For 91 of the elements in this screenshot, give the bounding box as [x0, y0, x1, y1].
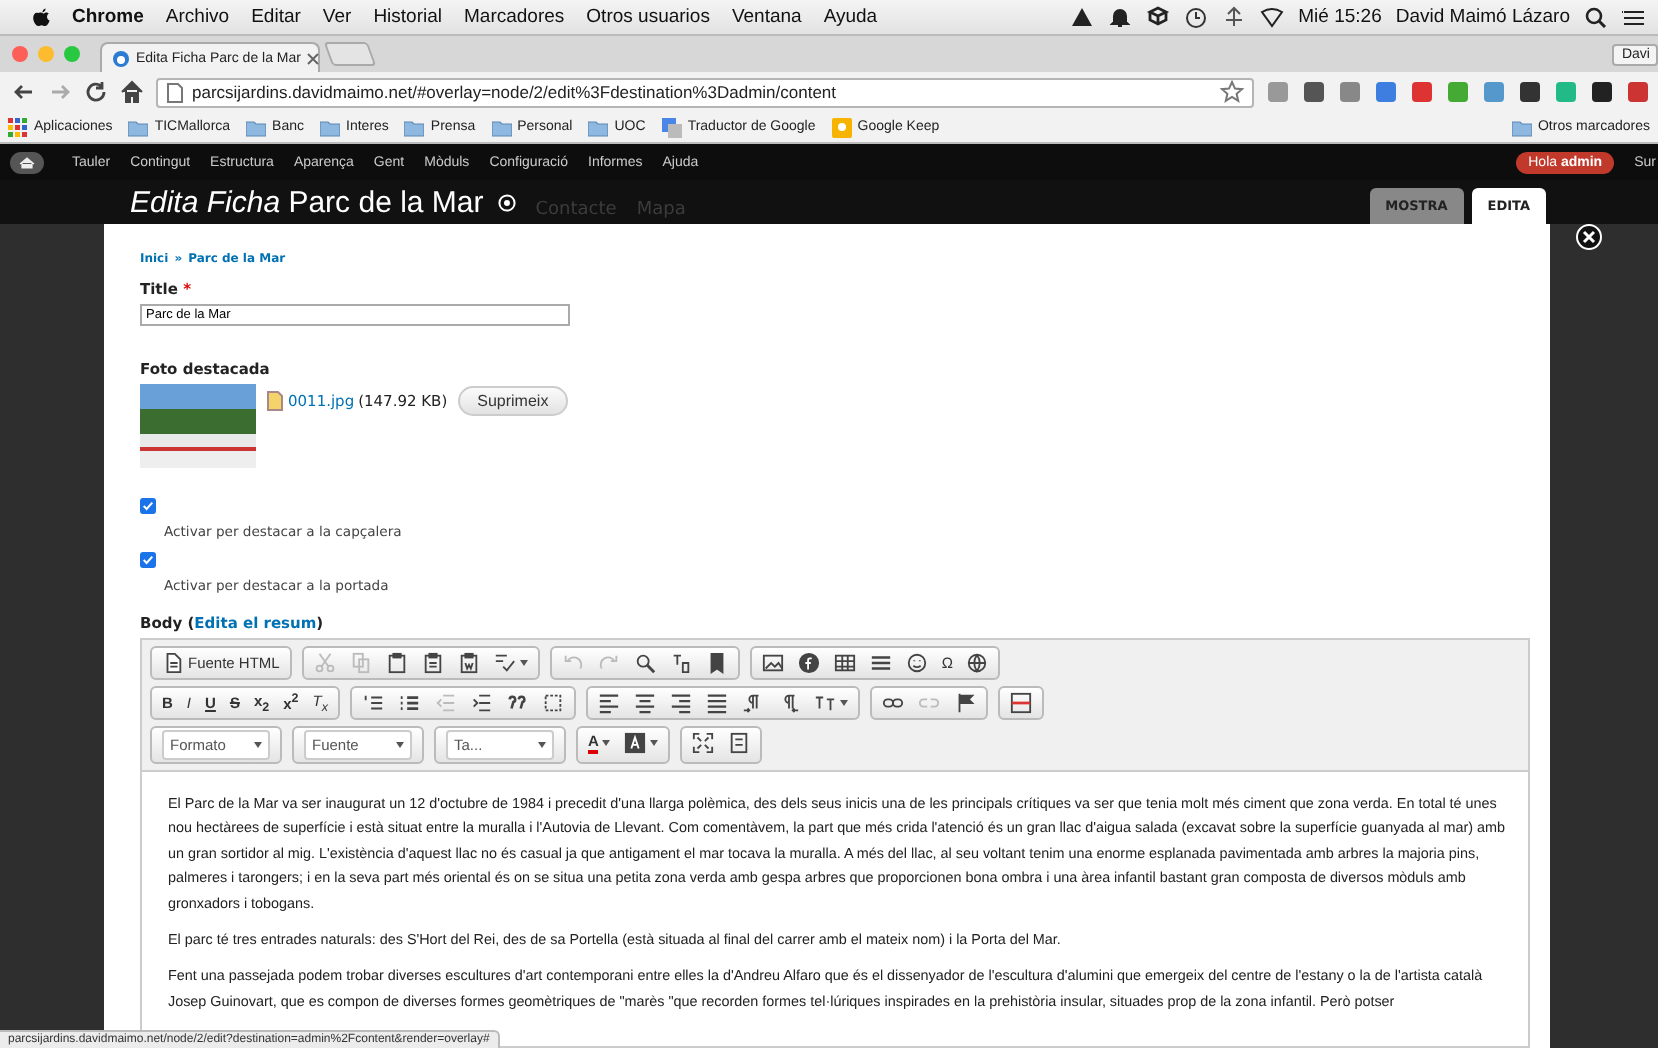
remove-button[interactable]: Suprimeix: [457, 386, 569, 416]
copy-icon: [349, 652, 372, 674]
favicon-icon: [112, 49, 130, 67]
caret-icon: [519, 660, 528, 666]
numbered-list-icon: [361, 692, 384, 714]
apple-icon: [28, 6, 50, 28]
menu-item[interactable]: Ayuda: [823, 6, 878, 28]
back-icon[interactable]: [12, 80, 36, 104]
folder-icon: [246, 117, 267, 137]
justify-icon: [705, 692, 728, 714]
document-icon: [162, 652, 184, 674]
search-icon: [633, 652, 656, 674]
clock-icon[interactable]: [1184, 6, 1209, 28]
menu-item[interactable]: Archivo: [165, 6, 230, 28]
menu-icon[interactable]: [1622, 6, 1646, 28]
box-icon[interactable]: [1146, 6, 1171, 28]
language-icon: [813, 692, 836, 714]
paste-word-icon: [457, 652, 480, 674]
circle-icon[interactable]: [497, 193, 516, 211]
folder-icon: [1511, 117, 1532, 137]
folder-icon: [320, 117, 341, 137]
extension-icon[interactable]: [1590, 80, 1614, 104]
flag-icon: [953, 692, 976, 714]
caret-icon: [538, 742, 546, 748]
background-color-icon: [624, 732, 647, 754]
star-icon[interactable]: [1220, 80, 1244, 104]
spellcheck-icon: [493, 652, 516, 674]
caret-icon: [839, 700, 848, 706]
caret-icon: [254, 742, 262, 748]
unlink-icon: [917, 692, 940, 714]
extension-icon[interactable]: [1302, 80, 1326, 104]
folder-icon: [128, 117, 149, 137]
caret-icon: [650, 740, 659, 746]
check-icon: [142, 500, 154, 512]
frame-icon: [1009, 692, 1032, 714]
paste-text-icon: [421, 652, 444, 674]
quote-icon: [505, 692, 528, 714]
bell-icon[interactable]: [1108, 6, 1133, 28]
extension-icon[interactable]: [1518, 80, 1542, 104]
image-icon: [761, 652, 784, 674]
menu-item[interactable]: Otros usuarios: [586, 6, 710, 28]
address-field[interactable]: parcsijardins.davidmaimo.net/#overlay=node/2/edit%3Fdestination%3Dadmin/content: [156, 77, 1254, 107]
photo-placeholder: [140, 384, 256, 468]
paste-icon: [385, 652, 408, 674]
menu-item[interactable]: Historial: [373, 6, 442, 28]
wifi-icon[interactable]: [1260, 6, 1285, 28]
page-icon: [166, 81, 184, 103]
dashed-box-icon: [541, 692, 564, 714]
scissors-icon: [313, 652, 336, 674]
globe-icon: [966, 652, 989, 674]
home-icon[interactable]: [10, 151, 44, 173]
redo-icon: [597, 652, 620, 674]
bookmark-icon: [705, 652, 728, 674]
app-name[interactable]: Chrome: [72, 6, 144, 28]
text-direction-icon: [741, 692, 764, 714]
menu-item[interactable]: Ventana: [731, 6, 802, 28]
file-icon: [266, 390, 284, 412]
user-name[interactable]: David Maimó Lázaro: [1395, 6, 1570, 28]
folder-icon: [491, 117, 512, 137]
align-right-icon: [669, 692, 692, 714]
table-icon: [833, 652, 856, 674]
caret-icon: [396, 742, 404, 748]
checkbox[interactable]: [140, 552, 156, 568]
flash-icon: [797, 652, 820, 674]
outdent-icon: [433, 692, 456, 714]
drive-icon[interactable]: [1070, 6, 1095, 28]
menu-item[interactable]: Ver: [322, 6, 352, 28]
page-title: Edita Ficha Parc de la Mar: [130, 185, 484, 219]
blocks-icon: [728, 732, 751, 754]
bulleted-list-icon: [397, 692, 420, 714]
link-icon: [881, 692, 904, 714]
check-icon: [142, 554, 154, 566]
undo-icon: [561, 652, 584, 674]
clock-text: Mié 15:26: [1298, 6, 1382, 28]
checkbox[interactable]: [140, 498, 156, 514]
search-icon[interactable]: [1584, 6, 1608, 28]
folder-icon: [588, 117, 609, 137]
network-icon[interactable]: [1222, 6, 1247, 28]
lines-icon: [869, 652, 892, 674]
menu-item[interactable]: Editar: [251, 6, 301, 28]
smiley-icon: [905, 652, 928, 674]
apps-grid-icon: [8, 117, 28, 137]
caret-icon: [602, 740, 611, 746]
align-left-icon: [597, 692, 620, 714]
folder-icon: [404, 117, 425, 137]
menu-item[interactable]: Marcadores: [464, 6, 565, 28]
indent-icon: [469, 692, 492, 714]
maximize-icon: [692, 732, 715, 754]
home-icon[interactable]: [120, 80, 144, 104]
align-center-icon: [633, 692, 656, 714]
reload-icon[interactable]: [84, 80, 108, 104]
